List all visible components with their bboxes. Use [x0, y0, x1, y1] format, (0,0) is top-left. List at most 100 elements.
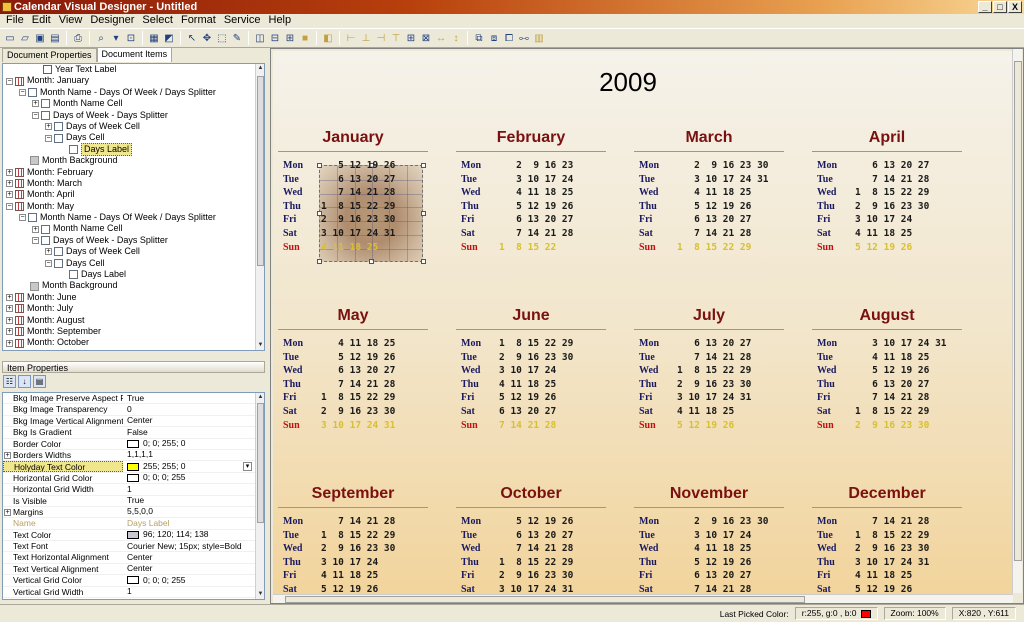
zoom-dropdown-icon[interactable]: ▾: [109, 31, 123, 45]
ungroup-icon[interactable]: ⧟: [517, 31, 531, 45]
tree-item[interactable]: Days Label: [3, 142, 264, 157]
split-grid-icon[interactable]: ⊞: [283, 31, 297, 45]
canvas-vertical-scrollbar[interactable]: [1012, 49, 1022, 593]
alphabetical-icon[interactable]: ↓: [18, 375, 31, 388]
property-value[interactable]: 255; 255; 0 ▾: [123, 461, 264, 472]
year-label[interactable]: 2009: [273, 67, 983, 98]
tree-item[interactable]: + Month: April: [3, 189, 264, 200]
tree-item[interactable]: + Month: February: [3, 167, 264, 178]
expand-icon[interactable]: +: [4, 508, 11, 516]
property-value[interactable]: 96; 120; 114; 138: [123, 530, 264, 540]
tree-item[interactable]: − Days of Week - Days Splitter: [3, 235, 264, 246]
property-row[interactable]: Name Days Label: [3, 518, 264, 530]
tree-item[interactable]: − Month: January: [3, 75, 264, 86]
property-row[interactable]: Horizontal Grid Color 0; 0; 0; 255: [3, 473, 264, 485]
month-name[interactable]: November: [634, 485, 784, 503]
collapse-icon[interactable]: −: [32, 237, 39, 245]
property-row[interactable]: Text Vertical Alignment Center: [3, 564, 264, 576]
expand-icon[interactable]: +: [45, 248, 52, 256]
property-row[interactable]: Bkg Is Gradient False: [3, 427, 264, 439]
menu-view[interactable]: View: [55, 14, 87, 28]
design-canvas[interactable]: 2009 January Mon 5 12 19 26 Tue 6 13 20 27…: [270, 48, 1024, 604]
tree-item[interactable]: Days Label: [3, 269, 264, 280]
tree-item[interactable]: − Month Name - Days Of Week / Days Splitt…: [3, 87, 264, 98]
month-block[interactable]: June Mon 1 8 15 22 29 Tue 2 9 16 23 30 Wed 3 1…: [456, 307, 606, 469]
property-value[interactable]: Days Label: [123, 518, 264, 528]
property-value[interactable]: 1: [123, 587, 264, 597]
tree-item[interactable]: Month Background: [3, 280, 264, 291]
property-value[interactable]: True: [123, 393, 264, 403]
scrollbar-thumb[interactable]: [257, 403, 264, 523]
property-value[interactable]: 5,5,0,0: [123, 507, 264, 517]
property-row[interactable]: Is Visible True: [3, 496, 264, 507]
tree-item[interactable]: + Month: September: [3, 326, 264, 337]
merge-icon[interactable]: ■: [298, 31, 312, 45]
tree-item[interactable]: + Month: June: [3, 292, 264, 303]
property-value[interactable]: 0; 0; 255; 0: [123, 439, 264, 449]
expand-icon[interactable]: +: [6, 316, 13, 324]
menu-select[interactable]: Select: [138, 14, 177, 28]
distribute-h-icon[interactable]: ↔: [434, 31, 448, 45]
collapse-icon[interactable]: −: [32, 111, 39, 119]
tree-item[interactable]: + Month: March: [3, 178, 264, 189]
expand-icon[interactable]: +: [6, 168, 13, 176]
new-icon[interactable]: ▭: [3, 31, 17, 45]
scroll-up-icon[interactable]: ▲: [256, 393, 264, 402]
property-row[interactable]: Bkg Image Transparency 0: [3, 404, 264, 416]
menu-file[interactable]: File: [2, 14, 28, 28]
tree-item[interactable]: Year Text Label: [3, 64, 264, 75]
menu-designer[interactable]: Designer: [86, 14, 138, 28]
align-right-icon[interactable]: ⊣: [374, 31, 388, 45]
property-value[interactable]: 0; 0; 0; 255: [123, 473, 264, 483]
scrollbar-thumb[interactable]: [257, 76, 264, 266]
tree-item[interactable]: Month Background: [3, 155, 264, 166]
split-vertical-icon[interactable]: ⊟: [268, 31, 282, 45]
tree-item[interactable]: + Days of Week Cell: [3, 121, 264, 132]
tree-item[interactable]: − Days of Week - Days Splitter: [3, 110, 264, 121]
property-row[interactable]: Horizontal Grid Width 1: [3, 484, 264, 496]
property-scrollbar[interactable]: ▲ ▼: [255, 393, 264, 599]
month-name[interactable]: August: [812, 307, 962, 325]
tree-item[interactable]: + Month: October: [3, 337, 264, 348]
recolor-icon[interactable]: ◩: [162, 31, 176, 45]
property-row[interactable]: Text Horizontal Alignment Center: [3, 552, 264, 564]
collapse-icon[interactable]: −: [6, 77, 13, 85]
expand-icon[interactable]: +: [6, 191, 13, 199]
month-name[interactable]: March: [634, 129, 784, 147]
menu-help[interactable]: Help: [265, 14, 296, 28]
property-value[interactable]: 1: [123, 484, 264, 494]
property-row[interactable]: Vertical Grid Color 0; 0; 0; 255: [3, 575, 264, 587]
property-row[interactable]: Text Font Courier New; 15px; style=Bold: [3, 541, 264, 553]
align-left-icon[interactable]: ⊢: [344, 31, 358, 45]
scroll-down-icon[interactable]: ▼: [256, 341, 264, 350]
month-block[interactable]: January Mon 5 12 19 26 Tue 6 13 20 27 Wed 7…: [278, 129, 428, 291]
fit-icon[interactable]: ⊡: [124, 31, 138, 45]
month-block[interactable]: March Mon 2 9 16 23 30 Tue 3 10 17 24 31 We…: [634, 129, 784, 291]
month-name[interactable]: September: [278, 485, 428, 503]
month-name[interactable]: December: [812, 485, 962, 503]
group-icon[interactable]: ⧠: [502, 31, 516, 45]
expand-icon[interactable]: +: [6, 305, 13, 313]
menu-edit[interactable]: Edit: [28, 14, 55, 28]
send-back-icon[interactable]: ⧈: [487, 31, 501, 45]
property-value[interactable]: Courier New; 15px; style=Bold: [123, 541, 264, 551]
tree-scrollbar[interactable]: ▲ ▼: [255, 64, 264, 350]
split-horizontal-icon[interactable]: ◫: [253, 31, 267, 45]
expand-icon[interactable]: +: [4, 451, 11, 459]
month-block[interactable]: October Mon 5 12 19 26 Tue 6 13 20 27 Wed 7…: [456, 485, 606, 603]
month-name[interactable]: October: [456, 485, 606, 503]
property-grid[interactable]: Bkg Image Preserve Aspect RatiTrueBkg Im…: [2, 392, 265, 600]
month-block[interactable]: August Mon 3 10 17 24 31 Tue 4 11 18 25 Wed…: [812, 307, 962, 469]
tree-item[interactable]: − Days Cell: [3, 132, 264, 143]
expand-icon[interactable]: +: [6, 328, 13, 336]
expand-icon[interactable]: +: [6, 294, 13, 301]
scroll-down-icon[interactable]: ▼: [256, 590, 264, 599]
property-row[interactable]: Vertical Grid Width 1: [3, 587, 264, 599]
menu-format[interactable]: Format: [177, 14, 220, 28]
property-value[interactable]: 0; 0; 0; 255: [123, 575, 264, 585]
property-value[interactable]: Center: [123, 564, 264, 574]
distribute-v-icon[interactable]: ↕: [449, 31, 463, 45]
color-picker-icon[interactable]: ✎: [230, 31, 244, 45]
month-block[interactable]: May Mon 4 11 18 25 Tue 5 12 19 26 Wed 6 13 …: [278, 307, 428, 469]
save-as-icon[interactable]: ▤: [48, 31, 62, 45]
